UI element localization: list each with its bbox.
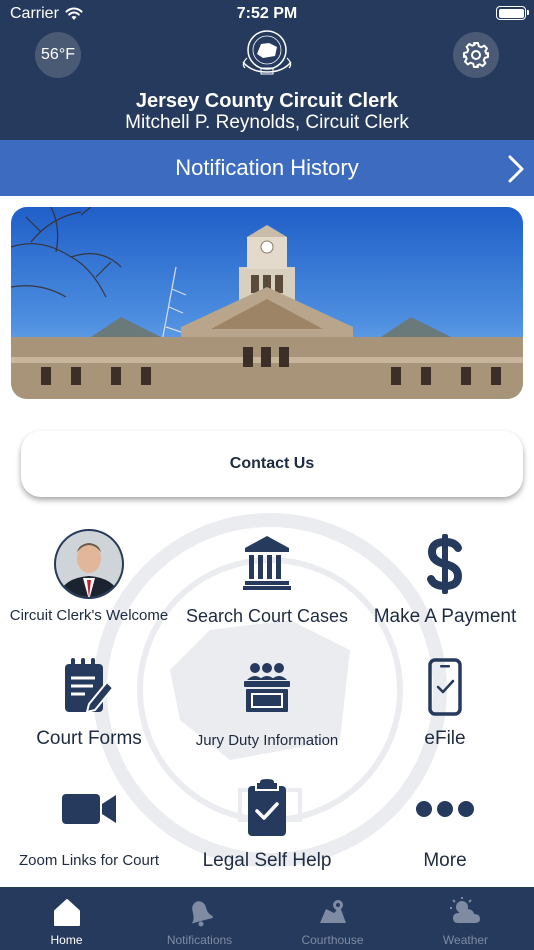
tab-weather[interactable]: Weather <box>399 887 532 950</box>
app-subtitle: Mitchell P. Reynolds, Circuit Clerk <box>125 112 409 133</box>
tab-notifications-label: Notifications <box>166 933 233 947</box>
make-payment-label: Make A Payment <box>373 606 517 627</box>
efile-label: eFile <box>424 728 466 749</box>
dollar-icon <box>427 534 463 594</box>
zoom-links-tile[interactable]: Zoom Links for Court <box>0 776 178 896</box>
more-label: More <box>423 850 467 871</box>
contact-us-label: Contact Us <box>229 455 315 472</box>
contact-us-button[interactable]: Contact Us <box>21 431 523 497</box>
tab-courthouse[interactable]: Courthouse <box>266 887 399 950</box>
settings-button[interactable] <box>453 32 499 78</box>
efile-tile[interactable]: eFile <box>356 652 534 772</box>
zoom-links-label: Zoom Links for Court <box>18 852 160 869</box>
status-time: 7:52 PM <box>236 5 298 22</box>
app-header: Carrier 7:52 PM 56°F Jersey County Circu… <box>0 0 534 140</box>
legal-self-help-tile[interactable]: Legal Self Help <box>178 776 356 896</box>
legal-self-help-label: Legal Self Help <box>202 850 332 871</box>
temperature-badge[interactable]: 56°F <box>35 32 81 78</box>
gear-icon <box>463 42 489 68</box>
chevron-right-icon <box>508 155 524 183</box>
county-seal-logo <box>242 30 292 75</box>
notification-history-label: Notification History <box>175 155 359 180</box>
home-icon <box>53 899 80 926</box>
map-icon <box>319 900 346 923</box>
phone-check-icon <box>428 658 462 716</box>
search-court-cases-label: Search Court Cases <box>185 606 349 626</box>
court-forms-tile[interactable]: Court Forms <box>0 652 178 772</box>
courthouse-photo <box>11 207 523 399</box>
notification-history-button[interactable]: Notification History <box>0 140 534 196</box>
search-court-cases-tile[interactable]: Search Court Cases <box>178 526 356 646</box>
jury-box-icon <box>244 663 290 712</box>
status-bar: Carrier 7:52 PM <box>0 0 534 28</box>
forms-icon <box>65 658 115 714</box>
temperature-value: 56°F <box>41 46 75 63</box>
tab-home-label: Home <box>50 933 83 947</box>
clerk-avatar <box>54 529 124 599</box>
video-camera-icon <box>62 794 116 824</box>
weather-icon <box>449 897 480 923</box>
courthouse-icon <box>243 536 291 590</box>
clerk-welcome-label: Circuit Clerk's Welcome <box>9 607 169 624</box>
bottom-tab-bar: Home Notifications Courthouse Weather <box>0 887 534 950</box>
more-tile[interactable]: More <box>356 776 534 896</box>
jury-duty-label: Jury Duty Information <box>195 732 339 749</box>
court-forms-label: Court Forms <box>36 728 142 749</box>
tab-weather-label: Weather <box>442 933 489 947</box>
battery-icon <box>496 6 529 20</box>
tab-home[interactable]: Home <box>0 887 133 950</box>
bell-icon <box>191 901 213 927</box>
more-dots-icon <box>416 801 474 817</box>
clipboard-check-icon <box>248 778 286 836</box>
make-payment-tile[interactable]: Make A Payment <box>356 526 534 646</box>
clerk-welcome-tile[interactable]: Circuit Clerk's Welcome <box>0 526 178 646</box>
tab-notifications[interactable]: Notifications <box>133 887 266 950</box>
app-title: Jersey County Circuit Clerk <box>135 90 399 112</box>
jury-duty-tile[interactable]: Jury Duty Information <box>178 652 356 772</box>
tab-courthouse-label: Courthouse <box>301 933 364 947</box>
